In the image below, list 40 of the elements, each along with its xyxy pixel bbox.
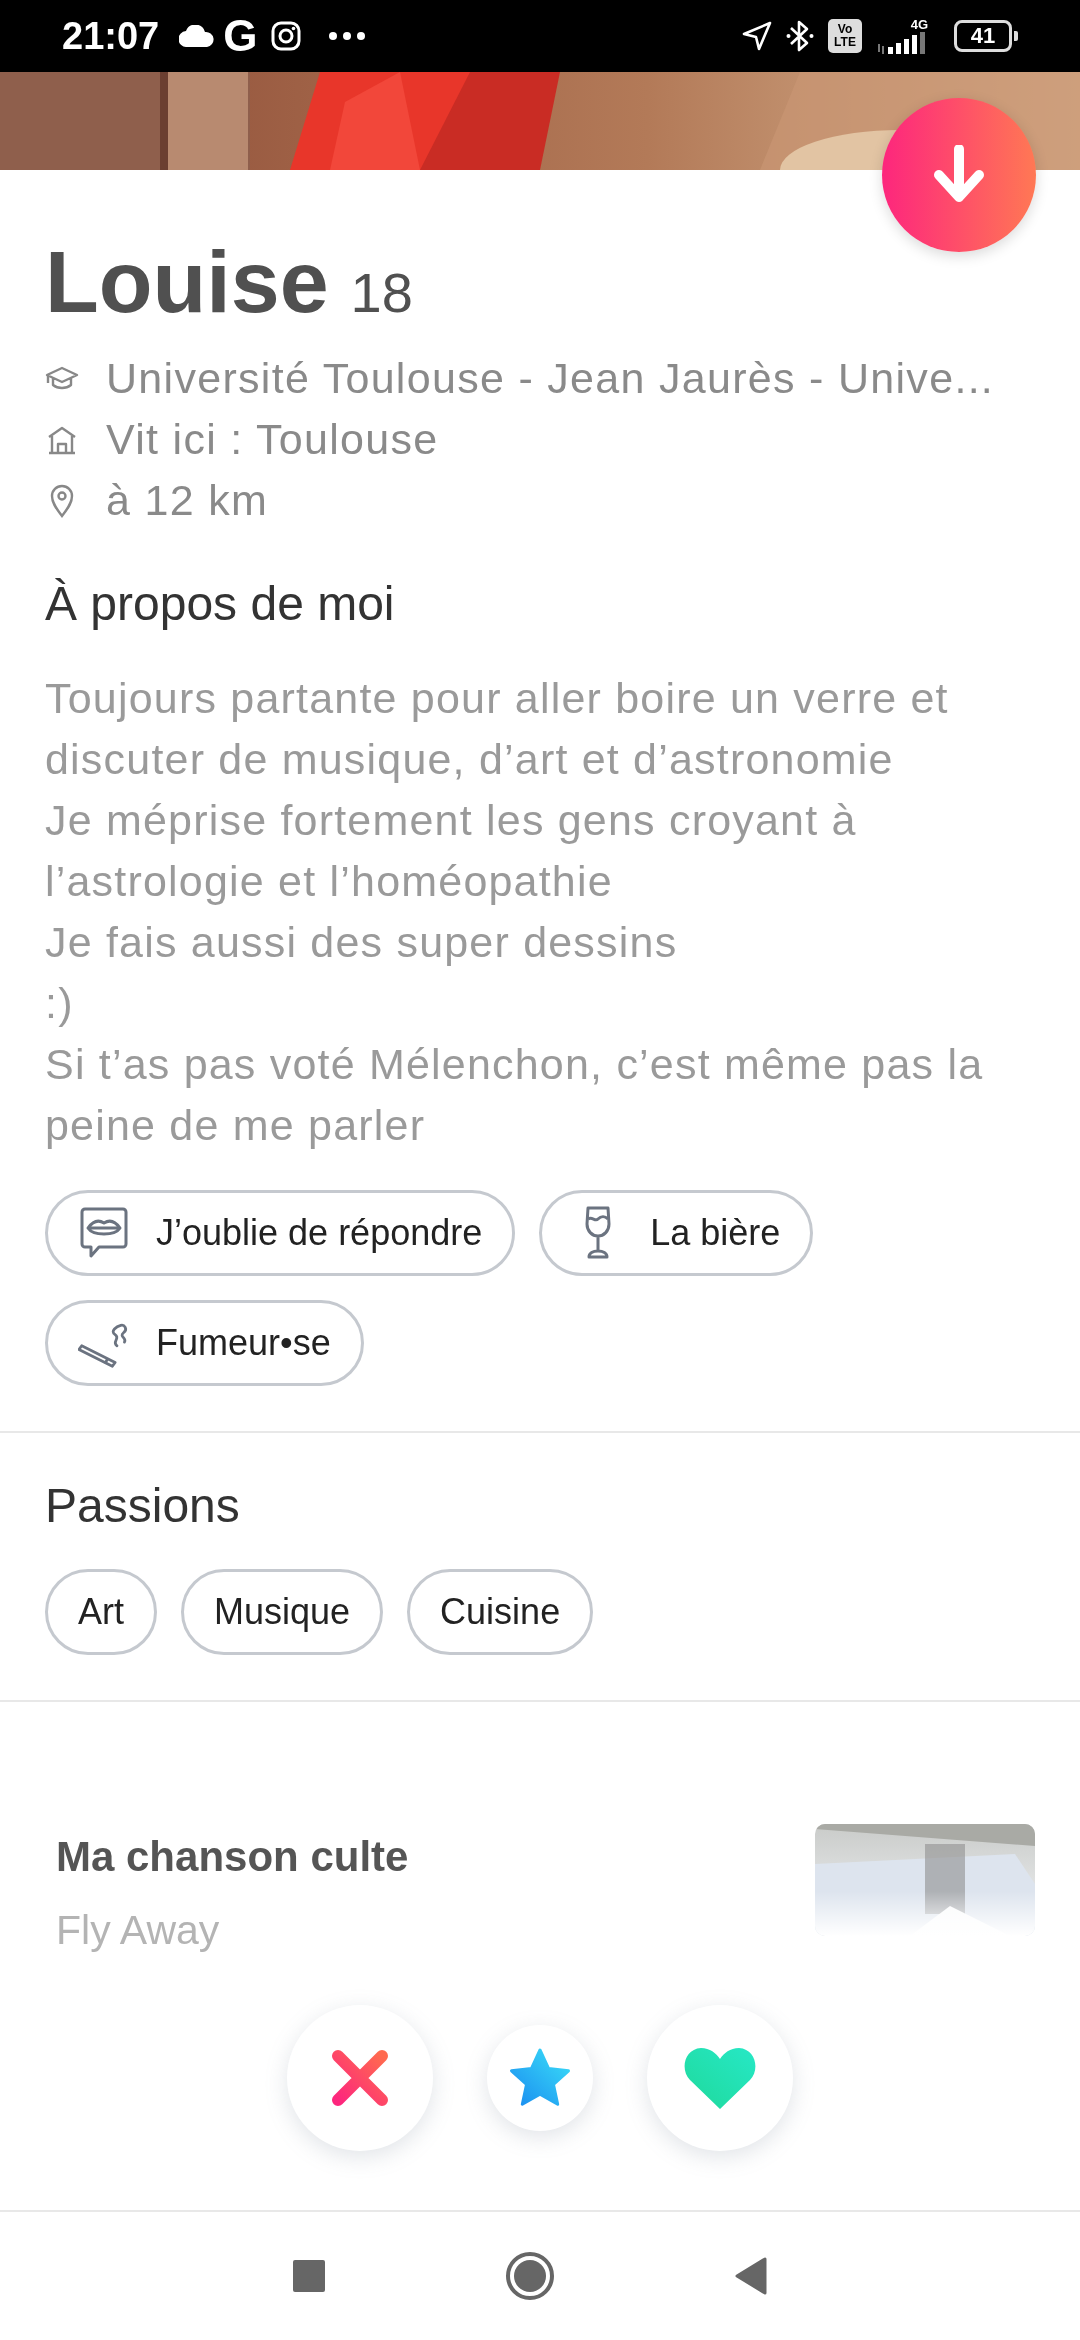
home-icon[interactable] bbox=[505, 2251, 555, 2301]
profile-age: 18 bbox=[350, 265, 413, 321]
info-text: Vit ici : Toulouse bbox=[106, 415, 439, 464]
star-icon bbox=[508, 2047, 572, 2109]
profile-name: Louise bbox=[45, 238, 329, 326]
back-icon[interactable] bbox=[735, 2257, 767, 2295]
info-text: à 12 km bbox=[106, 476, 269, 525]
section-title: À propos de moi bbox=[45, 576, 396, 632]
close-icon bbox=[330, 2048, 390, 2108]
bluetooth-icon bbox=[786, 19, 814, 53]
passion-tag: Musique bbox=[181, 1569, 384, 1656]
passion-tag: Art bbox=[45, 1569, 157, 1656]
volte-badge: Vo LTE bbox=[828, 19, 862, 53]
lifestyle-tag: La bière bbox=[539, 1189, 814, 1276]
info-text: Université Toulouse - Jean Jaurès - Unive... bbox=[106, 354, 995, 403]
arrow-down-icon bbox=[931, 145, 987, 205]
lifestyle-tag: J’oublie de répondre bbox=[45, 1189, 516, 1276]
app-letter-icon: G bbox=[223, 14, 258, 58]
location-pin-icon bbox=[49, 483, 75, 518]
section-title: Ma chanson culte bbox=[56, 1832, 409, 1883]
passion-tag: Cuisine bbox=[407, 1569, 594, 1656]
house-icon bbox=[46, 424, 78, 455]
more-icon bbox=[329, 32, 366, 40]
bio-text: :) bbox=[45, 977, 75, 1029]
graduation-cap-icon bbox=[45, 365, 79, 392]
camera-icon bbox=[271, 21, 302, 51]
song-title: Fly Away bbox=[56, 1906, 221, 1954]
clock-time: 21:07 bbox=[62, 14, 160, 58]
bio-text: Toujours partante pour aller boire un verre et discuter de musique, d’art et d’astronomie bbox=[45, 672, 950, 785]
cloud-icon bbox=[179, 25, 216, 47]
heart-icon bbox=[682, 2045, 758, 2111]
bio-text: Je méprise fortement les gens croyant à l’astrologie et l’homéopathie bbox=[45, 794, 858, 907]
lifestyle-tag: Fumeur•se bbox=[45, 1299, 364, 1386]
network-type: 4G bbox=[910, 18, 928, 32]
navigation-icon bbox=[742, 21, 772, 51]
bio-text: Si t’as pas voté Mélenchon, c’est même pas la peine de me parler bbox=[45, 1038, 985, 1151]
signal-icon bbox=[876, 32, 928, 54]
section-title: Passions bbox=[45, 1477, 241, 1534]
bio-text: Je fais aussi des super dessins bbox=[45, 916, 679, 968]
speech-lips-icon bbox=[79, 1205, 129, 1260]
